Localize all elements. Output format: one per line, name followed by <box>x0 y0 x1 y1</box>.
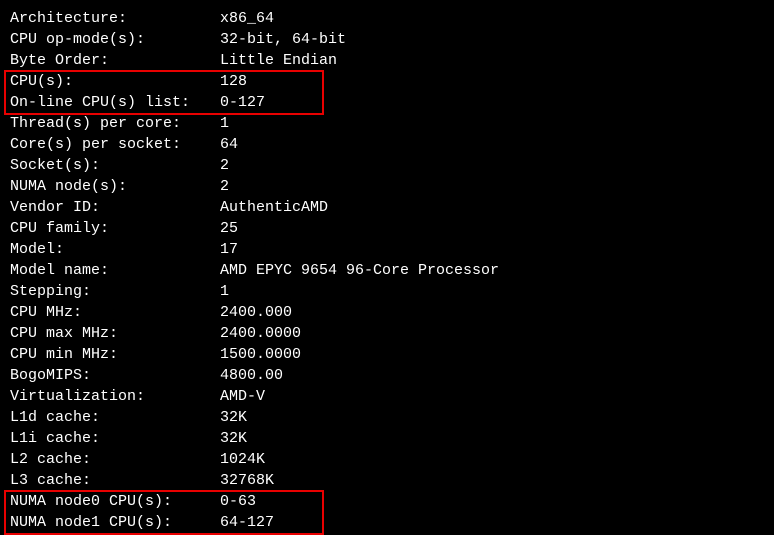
label: Stepping: <box>10 281 220 302</box>
label: L1d cache: <box>10 407 220 428</box>
label: Thread(s) per core: <box>10 113 220 134</box>
row-vendor-id: Vendor ID: AuthenticAMD <box>10 197 764 218</box>
label: CPU max MHz: <box>10 323 220 344</box>
value: 32K <box>220 428 764 449</box>
value: 4800.00 <box>220 365 764 386</box>
label: CPU op-mode(s): <box>10 29 220 50</box>
row-numa-node0-cpus: NUMA node0 CPU(s): 0-63 <box>10 491 764 512</box>
label: L1i cache: <box>10 428 220 449</box>
row-cpu-mhz: CPU MHz: 2400.000 <box>10 302 764 323</box>
value: 0-63 <box>220 491 764 512</box>
value: 2 <box>220 176 764 197</box>
label: CPU(s): <box>10 71 220 92</box>
value: Little Endian <box>220 50 764 71</box>
label: CPU family: <box>10 218 220 239</box>
label: BogoMIPS: <box>10 365 220 386</box>
label: Core(s) per socket: <box>10 134 220 155</box>
row-numa-node1-cpus: NUMA node1 CPU(s): 64-127 <box>10 512 764 533</box>
value: 32-bit, 64-bit <box>220 29 764 50</box>
row-l3-cache: L3 cache: 32768K <box>10 470 764 491</box>
value: 25 <box>220 218 764 239</box>
value: 64-127 <box>220 512 764 533</box>
label: Architecture: <box>10 8 220 29</box>
label: CPU min MHz: <box>10 344 220 365</box>
value: 32K <box>220 407 764 428</box>
value: 1 <box>220 281 764 302</box>
row-architecture: Architecture: x86_64 <box>10 8 764 29</box>
row-cpu-max-mhz: CPU max MHz: 2400.0000 <box>10 323 764 344</box>
value: AMD EPYC 9654 96-Core Processor <box>220 260 764 281</box>
value: x86_64 <box>220 8 764 29</box>
row-byte-order: Byte Order: Little Endian <box>10 50 764 71</box>
value: AMD-V <box>220 386 764 407</box>
row-online-cpus-list: On-line CPU(s) list: 0-127 <box>10 92 764 113</box>
label: NUMA node1 CPU(s): <box>10 512 220 533</box>
label: On-line CPU(s) list: <box>10 92 220 113</box>
row-bogomips: BogoMIPS: 4800.00 <box>10 365 764 386</box>
label: Vendor ID: <box>10 197 220 218</box>
row-cpus: CPU(s): 128 <box>10 71 764 92</box>
row-l1d-cache: L1d cache: 32K <box>10 407 764 428</box>
value: 2400.0000 <box>220 323 764 344</box>
row-sockets: Socket(s): 2 <box>10 155 764 176</box>
label: Model: <box>10 239 220 260</box>
row-l1i-cache: L1i cache: 32K <box>10 428 764 449</box>
value: AuthenticAMD <box>220 197 764 218</box>
row-l2-cache: L2 cache: 1024K <box>10 449 764 470</box>
row-numa-nodes: NUMA node(s): 2 <box>10 176 764 197</box>
row-model: Model: 17 <box>10 239 764 260</box>
value: 0-127 <box>220 92 764 113</box>
value: 17 <box>220 239 764 260</box>
value: 128 <box>220 71 764 92</box>
label: Virtualization: <box>10 386 220 407</box>
row-stepping: Stepping: 1 <box>10 281 764 302</box>
row-cpu-min-mhz: CPU min MHz: 1500.0000 <box>10 344 764 365</box>
value: 64 <box>220 134 764 155</box>
label: CPU MHz: <box>10 302 220 323</box>
row-model-name: Model name: AMD EPYC 9654 96-Core Proces… <box>10 260 764 281</box>
label: Model name: <box>10 260 220 281</box>
row-cpu-family: CPU family: 25 <box>10 218 764 239</box>
value: 2 <box>220 155 764 176</box>
label: Byte Order: <box>10 50 220 71</box>
value: 1500.0000 <box>220 344 764 365</box>
row-virtualization: Virtualization: AMD-V <box>10 386 764 407</box>
row-cores-per-socket: Core(s) per socket: 64 <box>10 134 764 155</box>
label: Socket(s): <box>10 155 220 176</box>
label: NUMA node(s): <box>10 176 220 197</box>
row-cpu-op-modes: CPU op-mode(s): 32-bit, 64-bit <box>10 29 764 50</box>
row-threads-per-core: Thread(s) per core: 1 <box>10 113 764 134</box>
terminal-output: Architecture: x86_64 CPU op-mode(s): 32-… <box>10 8 764 533</box>
value: 1 <box>220 113 764 134</box>
value: 32768K <box>220 470 764 491</box>
label: L3 cache: <box>10 470 220 491</box>
label: L2 cache: <box>10 449 220 470</box>
value: 1024K <box>220 449 764 470</box>
label: NUMA node0 CPU(s): <box>10 491 220 512</box>
value: 2400.000 <box>220 302 764 323</box>
